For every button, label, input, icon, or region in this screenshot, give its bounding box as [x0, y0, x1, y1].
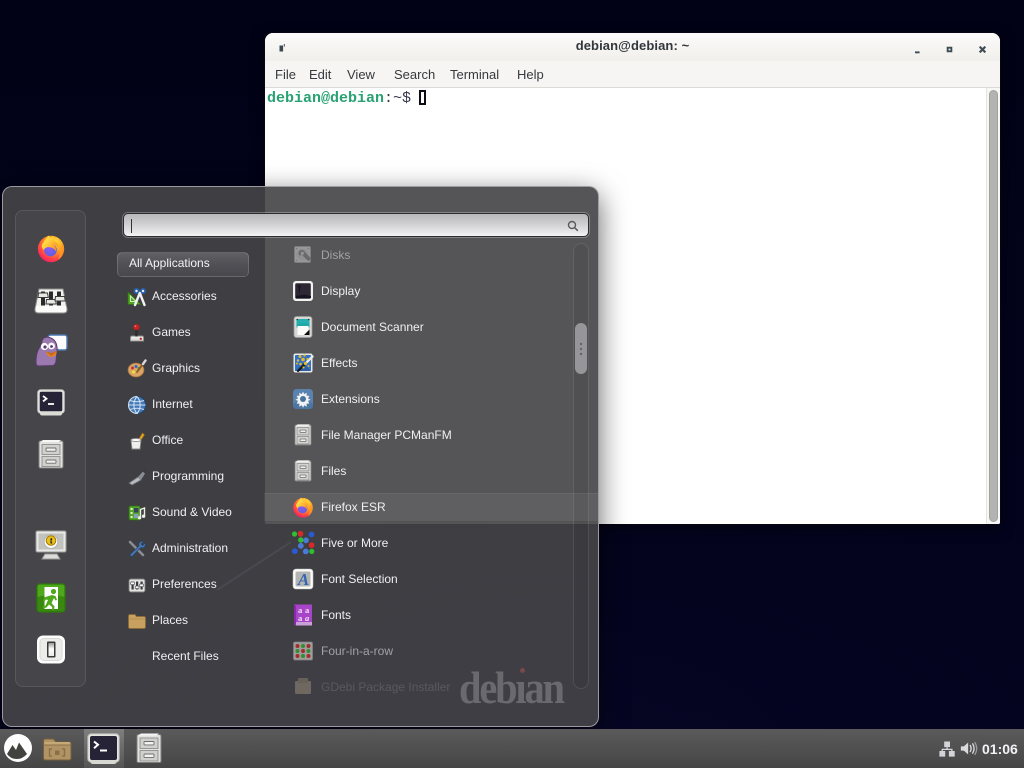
svg-text:A: A	[297, 570, 309, 589]
